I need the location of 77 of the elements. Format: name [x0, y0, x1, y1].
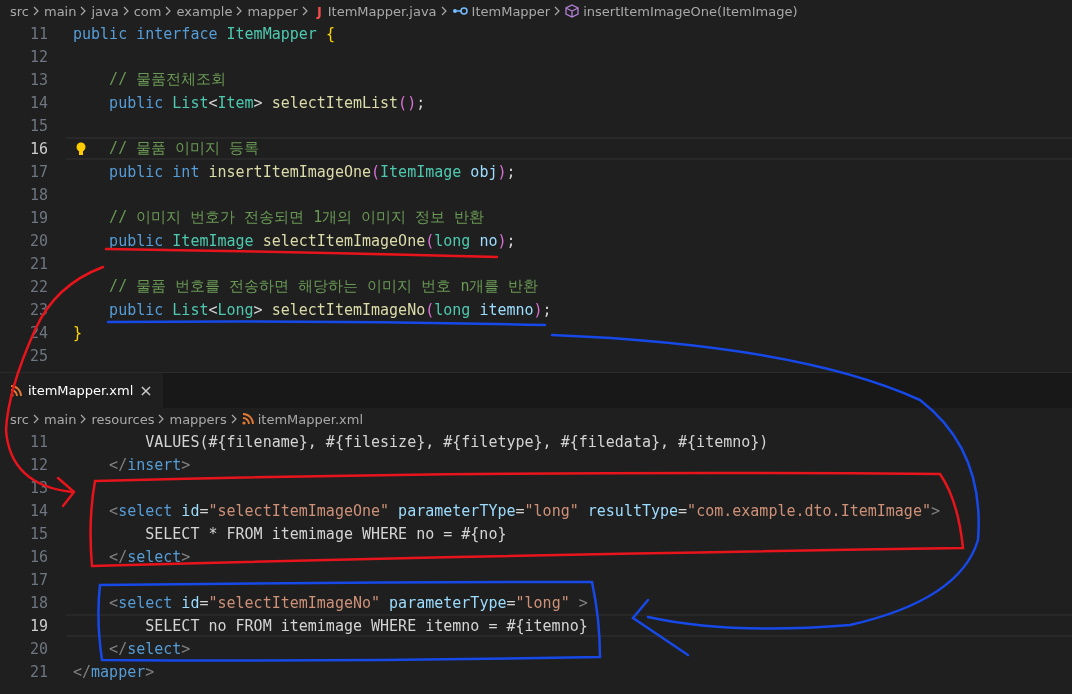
line-number: 16 [28, 547, 49, 566]
code-line: // 이미지 번호가 전송되면 1개의 이미지 정보 반환 [109, 208, 485, 227]
breadcrumb-item[interactable]: src [10, 3, 29, 19]
line-number: 19 [28, 208, 49, 227]
line-number: 12 [28, 455, 49, 474]
breadcrumb-item[interactable]: resources [91, 411, 155, 427]
line-number: 18 [28, 593, 49, 612]
line-number: 22 [28, 277, 49, 296]
line-number: 17 [28, 570, 49, 589]
line-number: 11 [28, 24, 49, 43]
code-line: public int insertItemImageOne(ItemImage obj); [109, 162, 516, 181]
line-number: 11 [28, 432, 49, 451]
code-line: </select> [109, 639, 191, 658]
chevron-icon [230, 414, 238, 424]
chevron-icon [165, 6, 173, 16]
breadcrumb-item[interactable]: src [10, 411, 29, 427]
code-line: public ItemImage selectItemImageOne(long no); [109, 231, 516, 250]
chevron-icon [80, 6, 88, 16]
code-line: </select> [109, 547, 191, 566]
chevron-icon [301, 6, 309, 16]
line-number: 21 [28, 254, 49, 273]
breadcrumb-item[interactable]: mappers [169, 411, 227, 427]
line-number: 17 [28, 162, 49, 181]
line-number: 15 [28, 116, 49, 135]
chevron-icon [80, 414, 88, 424]
line-number: 14 [28, 501, 49, 520]
line-number: 13 [28, 478, 49, 497]
line-number: 12 [28, 47, 49, 66]
line-number: 19 [28, 616, 49, 635]
code-line: SELECT * FROM itemimage WHERE no = #{no} [145, 524, 507, 543]
interface-icon [451, 6, 468, 16]
breadcrumb-item[interactable]: main [44, 3, 77, 19]
breadcrumb-item[interactable]: mapper [247, 3, 298, 19]
breadcrumb-item[interactable]: com [133, 3, 162, 19]
code-line: <select id="selectItemImageNo" parameterType="long" > [109, 593, 588, 612]
line-number: 20 [28, 231, 49, 250]
lightbulb-icon[interactable] [76, 141, 86, 156]
code-line: public List<Long> selectItemImageNo(long itemno); [109, 300, 552, 319]
code-line: VALUES(#{filename}, #{filesize}, #{filetype}, #{filedata}, #{itemno}) [145, 432, 769, 451]
line-number: 13 [28, 70, 49, 89]
chevron-icon [554, 6, 562, 16]
code-line: </insert> [109, 455, 191, 474]
line-number: 14 [28, 93, 49, 112]
breadcrumb-item[interactable]: main [44, 411, 77, 427]
breadcrumb-item[interactable]: example [176, 3, 233, 19]
code-line: <select id="selectItemImageOne" parameterTYpe="long" resultType="com.example.dto.ItemImage"> [109, 501, 940, 520]
breadcrumb-item[interactable]: itemMapper.xml [257, 411, 364, 427]
code-line: } [73, 323, 83, 342]
code-line: </mapper> [73, 662, 155, 681]
breadcrumb-item[interactable]: insertItemImageOne(ItemImage) [583, 3, 798, 19]
chevron-icon [122, 6, 130, 16]
breadcrumb-item[interactable]: ItemMapper.java [327, 3, 437, 19]
rss-icon [10, 384, 22, 397]
code-line: public List<Item> selectItemList(); [109, 93, 426, 112]
line-number: 18 [28, 185, 49, 204]
code-line: SELECT no FROM itemimage WHERE itemno = #{itemno} [145, 616, 588, 635]
chevron-icon [236, 6, 244, 16]
breadcrumb-item[interactable]: ItemMapper [471, 3, 551, 19]
code-line: // 물품전체조회 [109, 70, 227, 89]
line-number: 21 [28, 662, 49, 681]
breadcrumb-item[interactable]: java [91, 3, 119, 19]
chevron-icon [440, 6, 448, 16]
close-icon[interactable]: × [139, 381, 153, 400]
line-number: 25 [28, 346, 49, 365]
rss-icon [241, 413, 254, 425]
java-file-icon: J [316, 3, 322, 19]
line-number: 16 [28, 139, 49, 158]
line-number: 15 [28, 524, 49, 543]
chevron-icon [158, 414, 166, 424]
cube-icon [565, 4, 580, 18]
line-number: 20 [28, 639, 49, 658]
chevron-icon [33, 414, 40, 424]
code-line: // 물품 이미지 등록 [109, 139, 260, 158]
code-line: // 물품 번호를 전송하면 해당하는 이미지 번호 n개를 반환 [109, 277, 539, 296]
chevron-icon [33, 6, 40, 16]
code-line: public interface ItemMapper { [73, 24, 335, 43]
editor-tab[interactable]: itemMapper.xml × [0, 373, 163, 408]
